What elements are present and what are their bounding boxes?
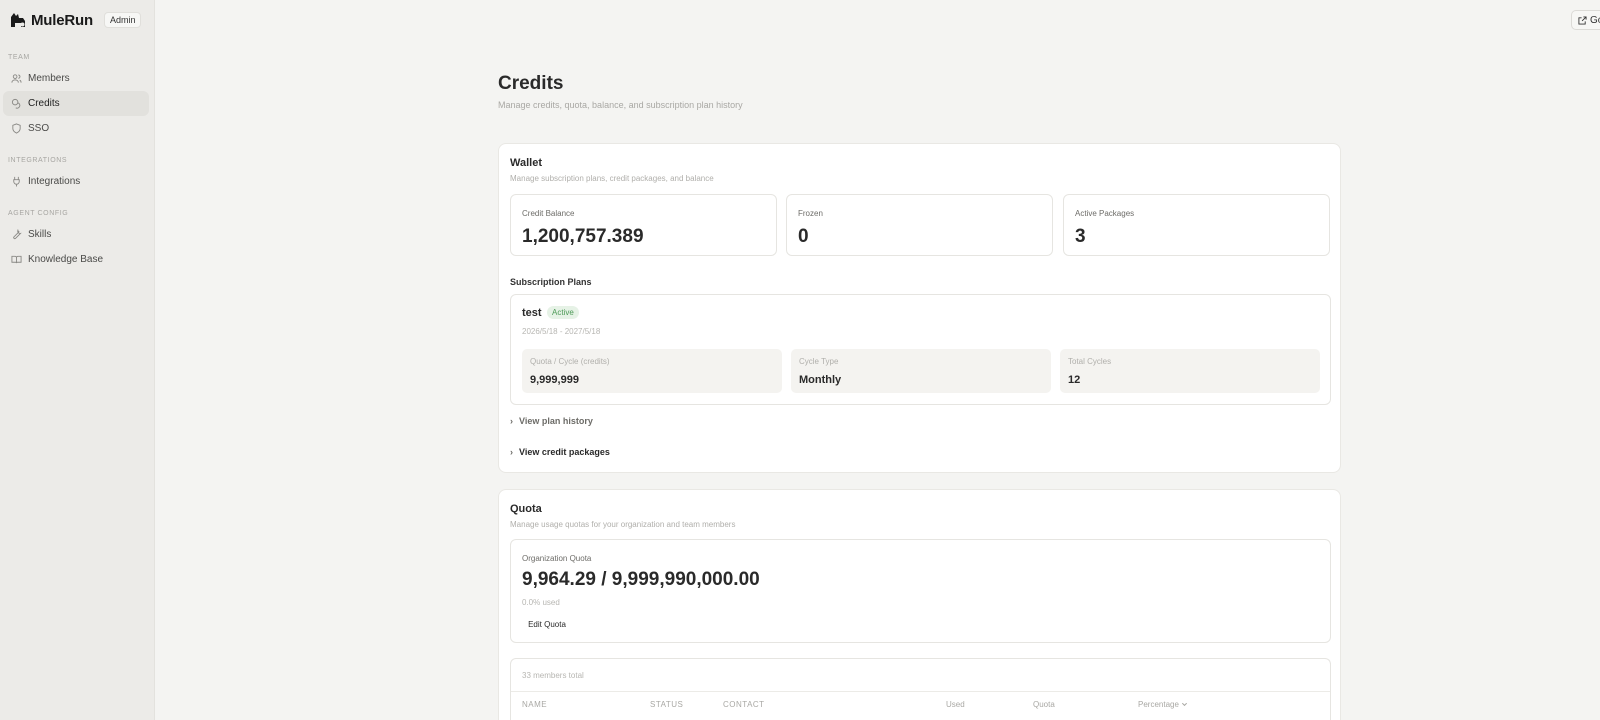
sidebar-item-sso[interactable]: SSO [3,116,149,141]
goto-label: Go [1590,14,1600,26]
chevron-right-icon: › [510,447,513,457]
plan-metric-total-cycles: Total Cycles 12 [1060,349,1320,393]
plan-name: test [522,307,542,319]
page-subtitle: Manage credits, quota, balance, and subs… [498,100,743,110]
sidebar-item-label: Members [28,73,70,84]
sidebar-item-credits[interactable]: Credits [3,91,149,116]
toggle-label: View credit packages [519,447,610,457]
wallet-card: Wallet Manage subscription plans, credit… [498,143,1341,473]
metric-value: 12 [1068,374,1081,386]
stat-label: Credit Balance [522,209,575,218]
sidebar-item-label: Knowledge Base [28,254,104,265]
metric-label: Total Cycles [1068,357,1112,366]
sidebar-section-integrations: INTEGRATIONS [8,157,68,164]
brand[interactable]: MuleRun Admin [9,11,142,29]
quota-used-text: 0.0% used [522,598,560,607]
toggle-label: View plan history [519,416,593,426]
sidebar-item-label: Credits [28,98,60,109]
column-header-percentage[interactable]: Percentage [1138,700,1188,709]
members-total: 33 members total [522,671,584,680]
metric-label: Cycle Type [799,357,839,366]
sidebar-item-knowledge-base[interactable]: Knowledge Base [3,247,149,272]
chevron-down-icon [1181,702,1187,707]
column-header-name[interactable]: NAME [522,700,547,709]
sidebar-section-agent-config: AGENT CONFIG [8,210,69,217]
users-icon [11,74,22,83]
shield-icon [12,123,21,134]
sidebar-item-integrations[interactable]: Integrations [3,169,149,194]
status-badge: Active [547,306,579,319]
divider [511,691,1330,692]
sidebar-item-skills[interactable]: Skills [3,222,149,247]
column-header-contact[interactable]: CONTACT [723,700,765,709]
stat-credit-balance: Credit Balance 1,200,757.389 [510,194,777,256]
wallet-subtitle: Manage subscription plans, credit packag… [510,174,714,183]
column-header-used[interactable]: Used [946,700,965,709]
sidebar-item-label: Skills [28,229,52,240]
plan-metric-quota: Quota / Cycle (credits) 9,999,999 [522,349,782,393]
coins-icon [11,98,21,109]
metric-value: 9,999,999 [530,374,579,386]
wallet-title: Wallet [510,157,542,169]
quota-card: Quota Manage usage quotas for your organ… [498,489,1341,720]
brand-name: MuleRun [31,11,93,29]
column-header-status[interactable]: STATUS [650,700,683,709]
org-quota-label: Organization Quota [522,554,592,563]
mulerun-logo-icon [11,13,25,27]
sidebar-item-label: SSO [28,123,50,134]
sidebar-item-members[interactable]: Members [3,66,149,91]
subscription-plan-card: test Active 2026/5/18 - 2027/5/18 Quota … [510,294,1331,405]
view-credit-packages-toggle[interactable]: › View credit packages [510,447,610,457]
goto-site-button[interactable]: Go [1571,10,1600,30]
stat-active-packages: Active Packages 3 [1063,194,1330,256]
edit-quota-button[interactable]: Edit Quota [522,615,572,633]
metric-value: Monthly [799,374,842,386]
quota-title: Quota [510,503,542,515]
stat-value: 0 [798,226,809,247]
admin-badge: Admin [103,12,142,28]
quota-subtitle: Manage usage quotas for your organizatio… [510,520,736,529]
plan-dates: 2026/5/18 - 2027/5/18 [522,327,601,336]
sidebar: MuleRun Admin TEAM Members Credits SSO I… [0,0,155,720]
sidebar-section-team: TEAM [8,54,30,61]
view-plan-history-toggle[interactable]: › View plan history [510,416,593,426]
stat-label: Active Packages [1075,209,1135,218]
column-header-label: Percentage [1138,700,1179,709]
subscription-plans-heading: Subscription Plans [510,277,592,287]
stat-value: 1,200,757.389 [522,226,644,247]
plan-metric-cycle-type: Cycle Type Monthly [791,349,1051,393]
plug-icon [13,176,20,187]
members-quota-table: 33 members total NAME STATUS CONTACT Use… [510,658,1331,720]
page-title: Credits [498,73,564,94]
stat-frozen: Frozen 0 [786,194,1053,256]
sidebar-item-label: Integrations [28,176,81,187]
book-icon [11,255,22,264]
metric-label: Quota / Cycle (credits) [530,357,610,366]
wrench-icon [13,229,22,240]
organization-quota-panel: Organization Quota 9,964.29 / 9,999,990,… [510,539,1331,643]
external-link-icon [1578,15,1587,25]
stat-label: Frozen [798,209,823,218]
chevron-right-icon: › [510,416,513,426]
org-quota-value: 9,964.29 / 9,999,990,000.00 [522,569,760,590]
column-header-quota[interactable]: Quota [1033,700,1055,709]
stat-value: 3 [1075,226,1086,247]
